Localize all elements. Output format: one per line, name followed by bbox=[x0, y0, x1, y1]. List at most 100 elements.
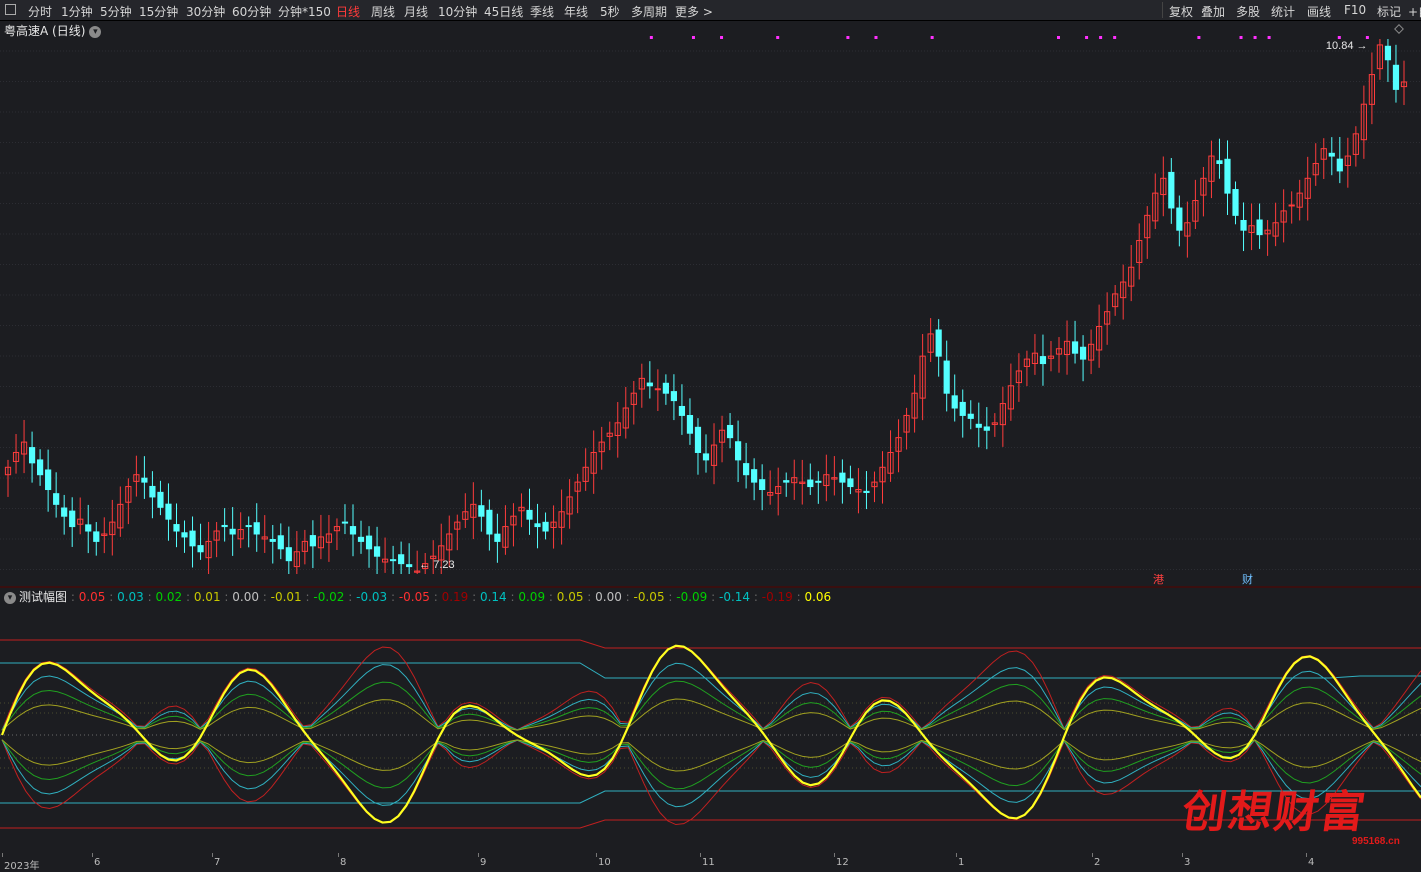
axis-label: 11 bbox=[702, 857, 715, 868]
date-axis: 2023年 6 7 8 9 10 11 12 1 2 3 4 bbox=[0, 853, 1421, 872]
signal-dot bbox=[1337, 36, 1341, 39]
candle-body bbox=[173, 524, 180, 532]
tool-button[interactable]: 标记 bbox=[1377, 3, 1401, 20]
candle-body bbox=[1079, 346, 1087, 360]
axis-tick bbox=[700, 853, 701, 857]
period-tab[interactable]: 1分钟 bbox=[61, 3, 93, 20]
signal-dot bbox=[846, 36, 850, 39]
period-tab[interactable]: 分钟*150 bbox=[278, 3, 331, 20]
candle-body bbox=[28, 447, 36, 464]
candle-body bbox=[1176, 207, 1183, 231]
period-tab[interactable]: 15分钟 bbox=[139, 3, 178, 20]
axis-tick bbox=[212, 853, 213, 857]
tool-button[interactable]: 复权 bbox=[1169, 3, 1193, 20]
candle-body bbox=[1328, 152, 1335, 157]
candle-body bbox=[943, 360, 950, 394]
candle-body bbox=[221, 524, 228, 528]
candle-body bbox=[646, 382, 653, 387]
tool-button[interactable]: F10 bbox=[1344, 3, 1366, 17]
candle-body bbox=[365, 535, 373, 550]
tool-button[interactable]: 画线 bbox=[1307, 3, 1331, 20]
period-tab[interactable]: 5秒 bbox=[600, 3, 620, 20]
candle-body bbox=[157, 491, 164, 508]
period-tab[interactable]: 多周期 bbox=[631, 3, 667, 20]
candle-body bbox=[1216, 160, 1223, 164]
period-tab[interactable]: 10分钟 bbox=[438, 3, 477, 20]
tool-button[interactable]: 统计 bbox=[1271, 3, 1295, 20]
candlestick-chart[interactable]: 10.84 → ← 7.23 港 财 bbox=[0, 21, 1421, 586]
candle-body bbox=[839, 472, 846, 483]
candle-body bbox=[847, 478, 854, 488]
tool-button[interactable]: 多股 bbox=[1236, 3, 1260, 20]
period-tab[interactable]: 分时 bbox=[28, 3, 52, 20]
candle-body bbox=[670, 391, 678, 402]
candle-body bbox=[983, 426, 990, 431]
tool-button[interactable]: 叠加 bbox=[1201, 3, 1225, 20]
candle-body bbox=[654, 388, 661, 391]
candle-body bbox=[678, 405, 686, 416]
axis-label: 1 bbox=[958, 857, 965, 868]
panel-toggle-icon[interactable] bbox=[5, 4, 16, 15]
candle-body bbox=[726, 424, 734, 439]
period-tab[interactable]: 周线 bbox=[371, 3, 395, 20]
candle-body bbox=[863, 490, 870, 493]
candle-body bbox=[349, 526, 357, 535]
axis-label: 8 bbox=[340, 857, 347, 868]
axis-label: 3 bbox=[1184, 857, 1191, 868]
candle-body bbox=[662, 382, 669, 394]
candle-body bbox=[1288, 204, 1295, 207]
price-chart-panel[interactable]: 粤高速A (日线) ▾ 10.84 → ← 7.23 港财 bbox=[0, 21, 1421, 586]
candle-body bbox=[1256, 219, 1263, 236]
candle-body bbox=[53, 493, 60, 505]
candle-body bbox=[734, 441, 742, 461]
period-tab[interactable]: 60分钟 bbox=[232, 3, 271, 20]
candle-body bbox=[1039, 356, 1047, 365]
candle-body bbox=[975, 423, 982, 428]
candle-body bbox=[373, 546, 381, 557]
candle-body bbox=[702, 453, 710, 461]
period-tab[interactable]: 年线 bbox=[564, 3, 588, 20]
axis-tick bbox=[596, 853, 597, 857]
signal-dot bbox=[930, 36, 934, 39]
event-marker: 港 bbox=[1153, 573, 1164, 586]
signal-dot bbox=[1197, 36, 1201, 39]
axis-tick bbox=[338, 853, 339, 857]
candle-body bbox=[181, 532, 188, 538]
candle-body bbox=[751, 469, 758, 483]
period-tab[interactable]: 日线 bbox=[336, 3, 360, 20]
period-tab[interactable]: 45日线 bbox=[484, 3, 523, 20]
period-tab[interactable]: 更多 > bbox=[675, 3, 713, 20]
watermark-logo: 创想财富 bbox=[1178, 787, 1370, 838]
candle-body bbox=[277, 535, 284, 550]
period-tab[interactable]: 30分钟 bbox=[186, 3, 225, 20]
candle-body bbox=[807, 479, 814, 488]
axis-tick bbox=[1306, 853, 1307, 857]
axis-tick bbox=[956, 853, 957, 857]
axis-label: 6 bbox=[94, 857, 101, 868]
candle-body bbox=[967, 413, 974, 419]
axis-label: 10 bbox=[598, 857, 611, 868]
axis-label: 7 bbox=[214, 857, 221, 868]
period-tab[interactable]: 月线 bbox=[404, 3, 428, 20]
axis-tick bbox=[2, 853, 3, 857]
candle-body bbox=[37, 459, 44, 476]
event-marker: 财 bbox=[1242, 572, 1253, 586]
period-tab[interactable]: 5分钟 bbox=[100, 3, 132, 20]
candle-body bbox=[141, 477, 148, 483]
candle-body bbox=[93, 531, 100, 542]
candle-body bbox=[951, 395, 958, 409]
axis-tick bbox=[1092, 853, 1093, 857]
candle-body bbox=[390, 559, 397, 562]
candle-body bbox=[694, 426, 702, 453]
candle-body bbox=[197, 545, 204, 553]
tool-button[interactable]: +自 bbox=[1408, 3, 1421, 20]
envelope-upper bbox=[1, 698, 1421, 731]
candle-body bbox=[1336, 158, 1343, 172]
upper-red-band bbox=[0, 639, 1421, 649]
period-tab[interactable]: 季线 bbox=[530, 3, 554, 20]
candle-body bbox=[45, 469, 52, 491]
axis-label: 2023年 bbox=[4, 861, 40, 872]
candle-body bbox=[478, 505, 485, 517]
candle-body bbox=[269, 539, 276, 542]
axis-tick bbox=[834, 853, 835, 857]
